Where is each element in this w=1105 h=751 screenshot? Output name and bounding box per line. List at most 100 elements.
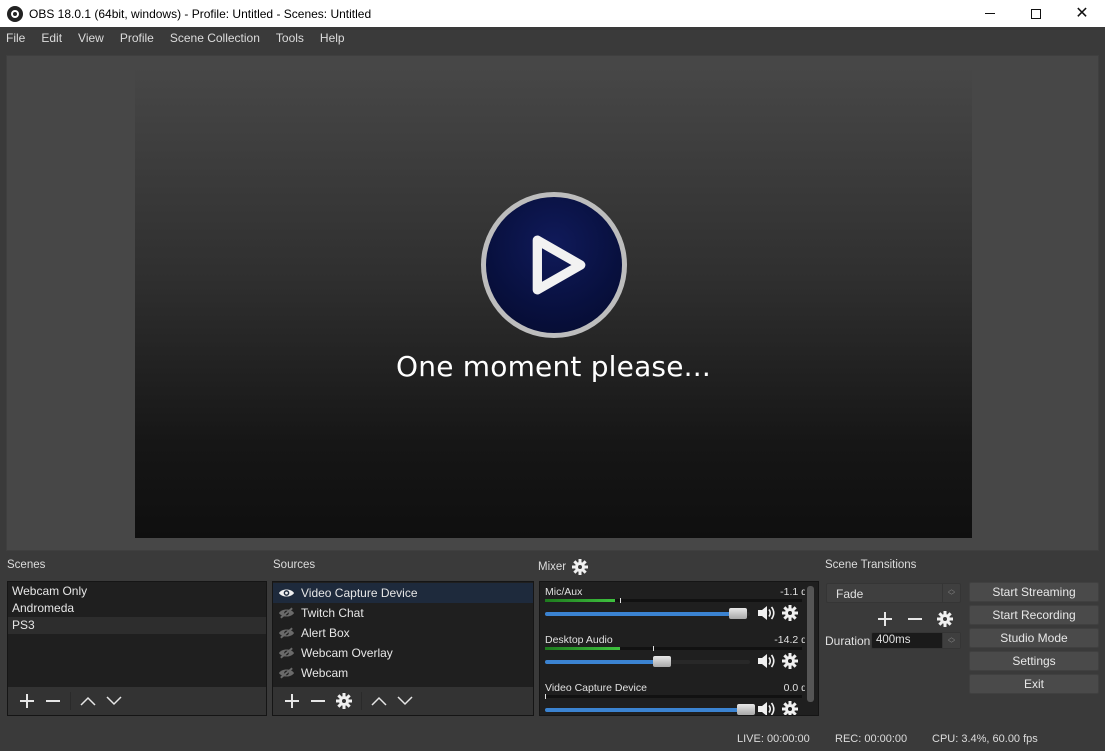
start-streaming-button[interactable]: Start Streaming <box>969 582 1099 602</box>
move-down-icon <box>397 696 413 706</box>
transition-select-arrows[interactable]: ︿ ﹀ <box>942 584 960 602</box>
hidden-eye-icon[interactable] <box>278 647 295 659</box>
hidden-eye-icon[interactable] <box>278 627 295 639</box>
mixer-gear-icon[interactable] <box>572 559 589 575</box>
volume-fill <box>545 708 746 712</box>
maximize-button[interactable] <box>1013 0 1059 27</box>
move-scene-down-button[interactable] <box>101 690 127 712</box>
menu-edit[interactable]: Edit <box>41 31 62 45</box>
sources-dock: Video Capture Device Twitch Chat Alert B… <box>272 581 534 716</box>
mixer-channel: Video Capture Device 0.0 dB <box>540 678 818 716</box>
remove-scene-button[interactable] <box>40 690 66 712</box>
gear-icon[interactable] <box>782 605 798 621</box>
volume-fill <box>545 660 662 664</box>
title-bar: OBS 18.0.1 (64bit, windows) - Profile: U… <box>0 0 1105 27</box>
scene-item-selected[interactable]: PS3 <box>8 617 266 634</box>
sources-list: Video Capture Device Twitch Chat Alert B… <box>273 582 533 683</box>
source-properties-button[interactable] <box>331 690 357 712</box>
gear-icon[interactable] <box>782 701 798 716</box>
menu-tools[interactable]: Tools <box>276 31 304 45</box>
exit-button[interactable]: Exit <box>969 674 1099 694</box>
mixer-header: Mixer <box>538 559 589 575</box>
duration-value: 400ms <box>876 634 911 646</box>
add-scene-button[interactable] <box>14 690 40 712</box>
remove-transition-button[interactable] <box>902 608 928 630</box>
live-time: LIVE: 00:00:00 <box>737 733 810 745</box>
sources-toolbar <box>273 687 533 715</box>
menu-view[interactable]: View <box>78 31 104 45</box>
volume-slider[interactable] <box>545 608 750 619</box>
source-name: Alert Box <box>301 626 350 640</box>
meter-level <box>545 599 616 602</box>
source-item[interactable]: Webcam <box>273 663 533 683</box>
mixer-channel: Desktop Audio -14.2 dB <box>540 630 818 678</box>
scenes-dock: Webcam Only Andromeda PS3 <box>7 581 267 716</box>
obs-logo-icon <box>7 5 23 22</box>
visible-eye-icon[interactable] <box>278 587 295 599</box>
gear-icon <box>937 611 953 627</box>
mixer-dock: Mic/Aux -1.1 dB Desktop Audio -14.2 dB Video… <box>539 581 819 716</box>
meter-peak <box>652 646 654 651</box>
add-icon <box>285 694 299 708</box>
cpu-fps: CPU: 3.4%, 60.00 fps <box>932 733 1038 745</box>
volume-slider[interactable] <box>545 656 750 667</box>
move-scene-up-button[interactable] <box>75 690 101 712</box>
gear-icon[interactable] <box>782 653 798 669</box>
meter-peak <box>545 694 546 699</box>
transition-select[interactable]: Fade ︿ ﹀ <box>826 583 961 603</box>
transition-toolbar <box>872 608 958 630</box>
transition-properties-button[interactable] <box>932 608 958 630</box>
rec-time: REC: 00:00:00 <box>835 733 908 745</box>
menu-profile[interactable]: Profile <box>120 31 154 45</box>
speaker-icon[interactable] <box>757 701 775 716</box>
mixer-label: Mixer <box>538 561 567 573</box>
close-icon: ✕ <box>1075 4 1089 22</box>
transitions-label: Scene Transitions <box>825 559 917 571</box>
sources-label: Sources <box>273 559 316 571</box>
volume-fill <box>545 612 738 616</box>
menu-scene-collection[interactable]: Scene Collection <box>170 31 260 45</box>
source-name: Video Capture Device <box>301 586 418 600</box>
move-source-down-button[interactable] <box>392 690 418 712</box>
volume-handle[interactable] <box>652 656 671 667</box>
minimize-button[interactable] <box>967 0 1013 27</box>
duration-label: Duration <box>825 634 871 648</box>
scenes-label: Scenes <box>7 559 46 571</box>
source-item-selected[interactable]: Video Capture Device <box>273 583 533 603</box>
start-recording-button[interactable]: Start Recording <box>969 605 1099 625</box>
add-transition-button[interactable] <box>872 608 898 630</box>
speaker-icon[interactable] <box>757 605 775 621</box>
status-bar: LIVE: 00:00:00 REC: 00:00:00 CPU: 3.4%, … <box>0 728 1105 751</box>
settings-button[interactable]: Settings <box>969 651 1099 671</box>
source-item[interactable]: Webcam Overlay <box>273 643 533 663</box>
duration-spinner[interactable]: ︿ ﹀ <box>942 633 960 648</box>
hidden-eye-icon[interactable] <box>278 607 295 619</box>
source-name: Webcam Overlay <box>301 646 393 660</box>
volume-handle[interactable] <box>728 608 747 619</box>
duration-input[interactable]: 400ms ︿ ﹀ <box>871 632 961 649</box>
volume-slider[interactable] <box>545 704 755 715</box>
speaker-icon[interactable] <box>757 653 775 669</box>
toolbar-divider <box>361 692 362 710</box>
move-source-up-button[interactable] <box>366 690 392 712</box>
volume-handle[interactable] <box>736 704 755 715</box>
source-item[interactable]: Twitch Chat <box>273 603 533 623</box>
toolbar-divider <box>70 692 71 710</box>
scene-item[interactable]: Webcam Only <box>8 583 266 600</box>
mixer-scrollbar[interactable] <box>805 584 816 712</box>
remove-source-button[interactable] <box>305 690 331 712</box>
scene-item[interactable]: Andromeda <box>8 600 266 617</box>
add-source-button[interactable] <box>279 690 305 712</box>
volume-meter <box>545 694 802 699</box>
menu-file[interactable]: File <box>6 31 25 45</box>
source-name: Twitch Chat <box>301 606 364 620</box>
studio-mode-button[interactable]: Studio Mode <box>969 628 1099 648</box>
preview-canvas[interactable]: One moment please... <box>135 67 972 538</box>
menu-help[interactable]: Help <box>320 31 345 45</box>
meter-level <box>545 647 621 650</box>
scenes-toolbar <box>8 687 266 715</box>
source-item[interactable]: Alert Box <box>273 623 533 643</box>
hidden-eye-icon[interactable] <box>278 667 295 679</box>
close-button[interactable]: ✕ <box>1059 0 1105 27</box>
mixer-scroll-thumb[interactable] <box>807 586 814 702</box>
